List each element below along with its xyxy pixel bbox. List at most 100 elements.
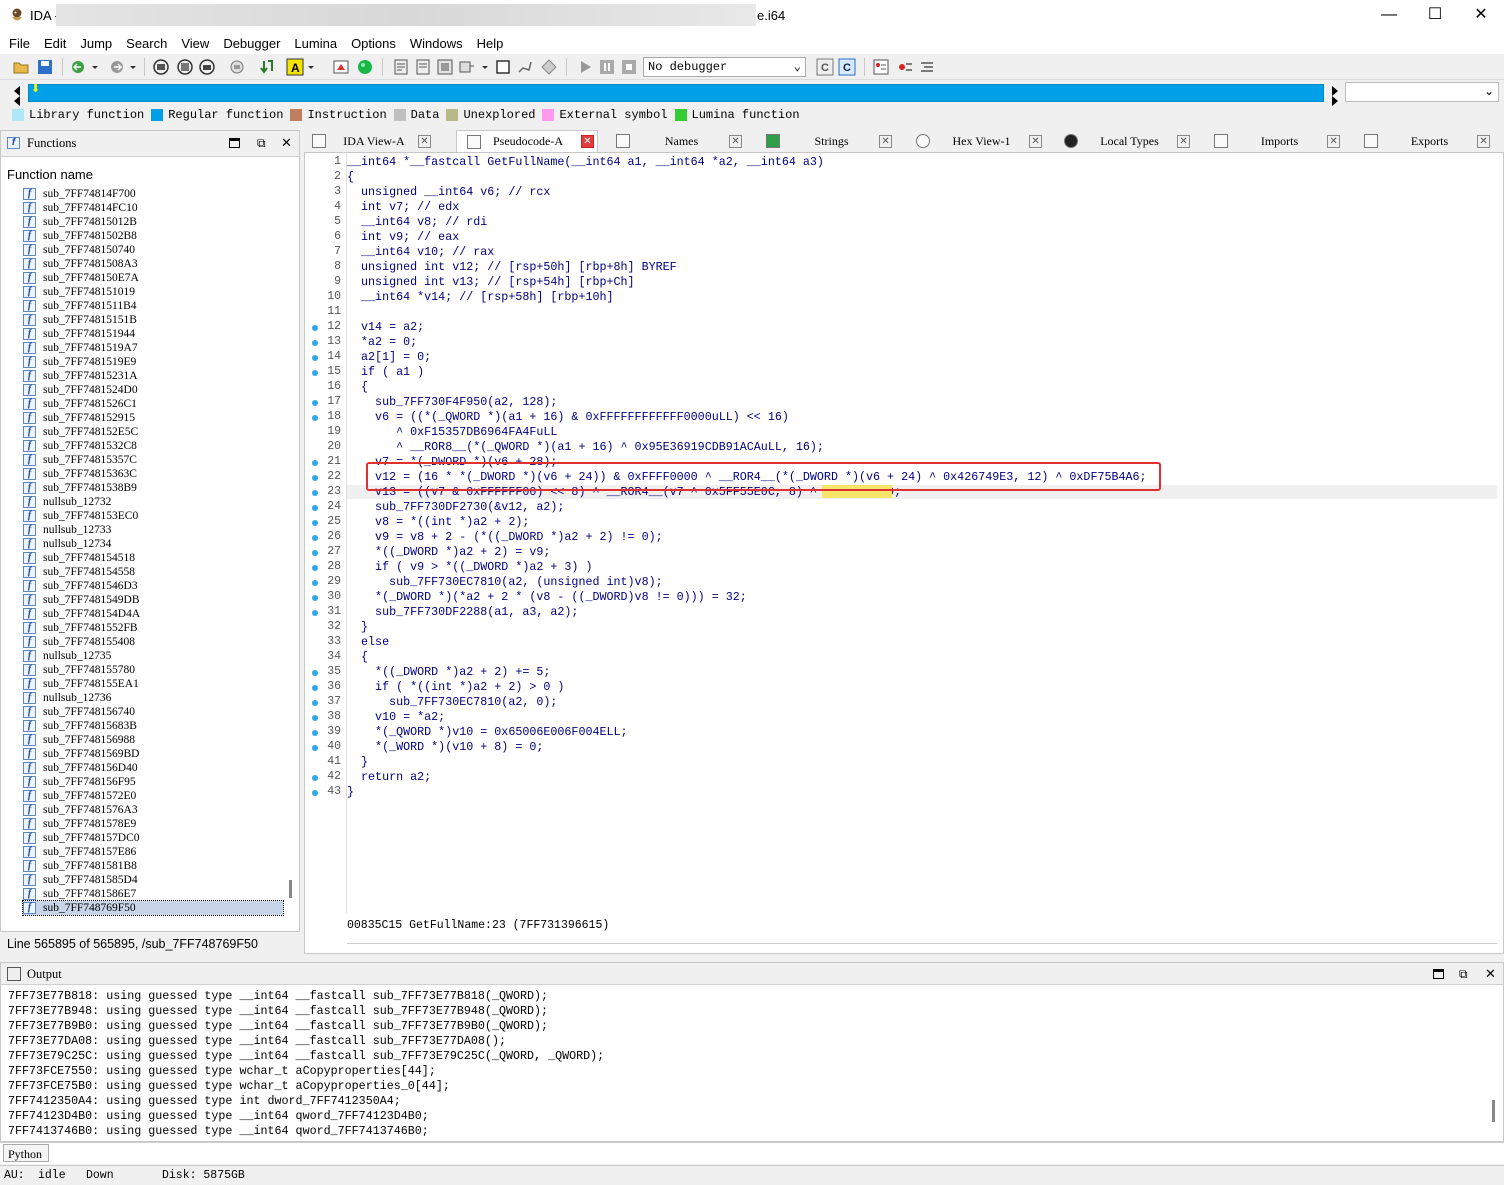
function-list-item[interactable]: f sub_7FF74814FC10 (23, 201, 283, 215)
code-line[interactable]: __int64 *v14; // [rsp+58h] [rbp+10h] (347, 290, 614, 304)
function-list-item[interactable]: f sub_7FF74814F700 (23, 187, 283, 201)
function-list-item[interactable]: f sub_7FF74815357C (23, 453, 283, 467)
maximize-panel-icon[interactable] (229, 138, 240, 148)
function-list-item[interactable]: f sub_7FF7481524D0 (23, 383, 283, 397)
back-icon[interactable] (70, 58, 88, 76)
breakpoint-dot-icon[interactable] (312, 730, 318, 736)
code-line[interactable]: sub_7FF730DF2730(&v12, a2); (347, 500, 564, 514)
code-horizontal-scrollbar[interactable] (347, 943, 1497, 944)
c-icon[interactable]: C (816, 58, 834, 76)
text-search-icon[interactable]: A (286, 58, 304, 76)
function-list-item[interactable]: f sub_7FF7481585D4 (23, 873, 283, 887)
function-list-item[interactable]: f sub_7FF748152E5C (23, 425, 283, 439)
code-line[interactable]: v14 = a2; (347, 320, 424, 334)
code-line[interactable]: *(_QWORD *)v10 = 0x65006E006F004ELL; (347, 725, 628, 739)
function-list-item[interactable]: f nullsub_12733 (23, 523, 283, 537)
code-icon[interactable] (392, 58, 410, 76)
code-line[interactable]: ^ __ROR8__(*(_QWORD *)(a1 + 16) ^ 0x95E3… (347, 440, 824, 454)
tab-names[interactable]: Names ✕ (616, 130, 742, 152)
undefine-icon[interactable] (494, 58, 512, 76)
menu-debugger[interactable]: Debugger (223, 36, 280, 51)
code-line[interactable]: } (347, 755, 368, 769)
pause-icon[interactable] (598, 58, 616, 76)
menu-windows[interactable]: Windows (410, 36, 463, 51)
code-line[interactable]: v9 = v8 + 2 - (*((_DWORD *)a2 + 2) != 0)… (347, 530, 663, 544)
breakpoint-dot-icon[interactable] (312, 775, 318, 781)
function-list-item[interactable]: f sub_7FF7481546D3 (23, 579, 283, 593)
code-line[interactable]: if ( *((int *)a2 + 2) > 0 ) (347, 680, 564, 694)
function-list-item[interactable]: f nullsub_12732 (23, 495, 283, 509)
code-line[interactable]: sub_7FF730F4F950(a2, 128); (347, 395, 557, 409)
function-list-item[interactable]: f sub_7FF74815012B (23, 215, 283, 229)
debugger-select[interactable]: No debugger ⌄ (643, 57, 806, 77)
function-list-item[interactable]: f sub_7FF748153EC0 (23, 509, 283, 523)
menu-search[interactable]: Search (126, 36, 167, 51)
maximize-panel-icon[interactable] (1433, 969, 1444, 979)
nav-left-arrow-icon[interactable] (14, 86, 20, 96)
function-list-item[interactable]: f sub_7FF748150E7A (23, 271, 283, 285)
menu-help[interactable]: Help (477, 36, 504, 51)
code-line[interactable]: sub_7FF730EC7810(a2, (unsigned int)v8); (347, 575, 663, 589)
function-list-item[interactable]: f sub_7FF7481508A3 (23, 257, 283, 271)
minimize-button[interactable]: — (1366, 0, 1412, 32)
menu-options[interactable]: Options (351, 36, 396, 51)
code-line[interactable]: { (347, 650, 368, 664)
function-list-item[interactable]: f sub_7FF7481511B4 (23, 299, 283, 313)
function-list-item[interactable]: f sub_7FF7481526C1 (23, 397, 283, 411)
function-list-item[interactable]: f sub_7FF7481576A3 (23, 803, 283, 817)
back-dropdown-icon[interactable] (90, 58, 108, 76)
code-line[interactable]: sub_7FF730EC7810(a2, 0); (347, 695, 557, 709)
function-list-item[interactable]: f sub_7FF748154518 (23, 551, 283, 565)
function-list-item[interactable]: f sub_7FF7481581B8 (23, 859, 283, 873)
code-line[interactable]: else (347, 635, 389, 649)
breakpoint-dot-icon[interactable] (312, 490, 318, 496)
array-icon[interactable] (458, 58, 476, 76)
menu-lumina[interactable]: Lumina (294, 36, 337, 51)
breakpoint-dot-icon[interactable] (312, 340, 318, 346)
function-list-item[interactable]: f sub_7FF7481569BD (23, 747, 283, 761)
function-list-item[interactable]: f sub_7FF748150740 (23, 243, 283, 257)
function-list-item[interactable]: f sub_7FF748155780 (23, 663, 283, 677)
breakpoint-dot-icon[interactable] (312, 790, 318, 796)
nav-right-arrow-icon[interactable] (1332, 86, 1338, 96)
breakpoint-dot-icon[interactable] (312, 505, 318, 511)
breakpoint-dot-icon[interactable] (312, 460, 318, 466)
text-view-icon[interactable] (176, 58, 194, 76)
breakpoint-dot-icon[interactable] (312, 475, 318, 481)
breakpoint-dot-icon[interactable] (312, 550, 318, 556)
close-tab-icon[interactable]: ✕ (879, 134, 892, 148)
function-list-item[interactable]: f sub_7FF748155EA1 (23, 677, 283, 691)
code-line[interactable]: *((_DWORD *)a2 + 2) += 5; (347, 665, 550, 679)
breakpoint-dot-icon[interactable] (312, 745, 318, 751)
breakpoint-dot-icon[interactable] (312, 370, 318, 376)
function-list-item[interactable]: f sub_7FF748156988 (23, 733, 283, 747)
menu-view[interactable]: View (181, 36, 209, 51)
breakpoint-dot-icon[interactable] (312, 565, 318, 571)
tab-ida-view-a[interactable]: IDA View-A ✕ (312, 130, 450, 152)
breakpoint-dot-icon[interactable] (312, 415, 318, 421)
breakpoint-dot-icon[interactable] (312, 355, 318, 361)
output-scrollbar[interactable] (1492, 1100, 1495, 1122)
code-line[interactable]: return a2; (347, 770, 431, 784)
function-list-item[interactable]: f nullsub_12735 (23, 649, 283, 663)
code-line[interactable]: a2[1] = 0; (347, 350, 431, 364)
save-icon[interactable] (36, 58, 54, 76)
diamond-icon[interactable] (540, 58, 558, 76)
function-list-item[interactable]: f sub_7FF748157E86 (23, 845, 283, 859)
code-line[interactable]: __int64 v8; // rdi (347, 215, 487, 229)
function-list-item[interactable]: f sub_7FF7481538B9 (23, 481, 283, 495)
breakpoint-dot-icon[interactable] (312, 685, 318, 691)
pseudocode-view[interactable]: 1 2 3 4 5 6 7 8 9 10 11 12 13 14 15 16 17 18 19 20 21 22 23 24 2… (304, 152, 1504, 954)
float-panel-icon[interactable]: ⧉ (1459, 967, 1468, 982)
float-panel-icon[interactable]: ⧉ (257, 136, 266, 151)
function-list-item[interactable]: f sub_7FF748154558 (23, 565, 283, 579)
function-list-item[interactable]: f sub_7FF7481502B8 (23, 229, 283, 243)
function-list-item[interactable]: f sub_7FF748154D4A (23, 607, 283, 621)
menu-file[interactable]: File (9, 36, 30, 51)
close-tab-icon[interactable]: ✕ (1327, 134, 1340, 148)
close-tab-icon[interactable]: ✕ (1177, 134, 1190, 148)
code-line[interactable]: ^ 0xF15357DB6964FA4FuLL (347, 425, 557, 439)
function-list-item[interactable]: f sub_7FF7481552FB (23, 621, 283, 635)
open-folder-icon[interactable] (12, 58, 30, 76)
function-list-item[interactable]: f sub_7FF748156740 (23, 705, 283, 719)
